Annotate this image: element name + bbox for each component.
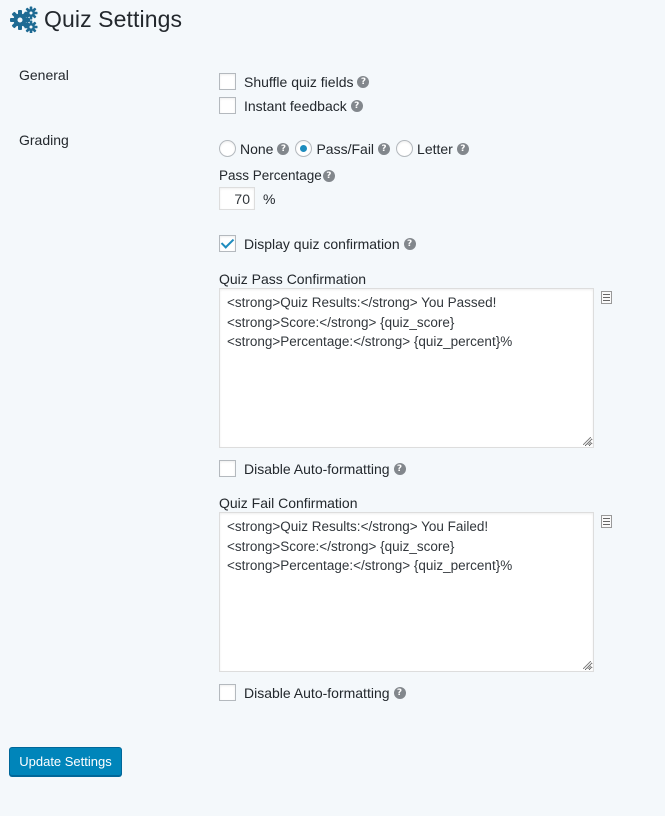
template-variables-icon[interactable] bbox=[601, 291, 612, 304]
resize-handle[interactable] bbox=[583, 437, 591, 445]
textarea-line: <strong>Score:</strong> {quiz_score} bbox=[227, 538, 455, 554]
help-icon[interactable]: ? bbox=[393, 462, 406, 475]
grading-radio-group: None ? Pass/Fail ? Letter ? bbox=[219, 140, 469, 157]
grading-letter-label[interactable]: Letter bbox=[417, 141, 453, 157]
shuffle-quiz-fields-option[interactable]: Shuffle quiz fields ? bbox=[219, 73, 370, 90]
textarea-line: <strong>Quiz Results:</strong> You Faile… bbox=[227, 519, 489, 534]
general-section-label: General bbox=[19, 67, 69, 83]
update-settings-button[interactable]: Update Settings bbox=[9, 747, 122, 776]
template-variables-icon[interactable] bbox=[601, 515, 612, 528]
pass-disable-autoformat-label[interactable]: Disable Auto-formatting bbox=[244, 461, 390, 477]
display-quiz-confirmation-option[interactable]: Display quiz confirmation ? bbox=[219, 235, 416, 252]
instant-feedback-label[interactable]: Instant feedback bbox=[244, 98, 347, 114]
fail-disable-autoformat-label[interactable]: Disable Auto-formatting bbox=[244, 685, 390, 701]
pass-percentage-label: Pass Percentage bbox=[219, 168, 322, 183]
quiz-fail-confirmation-textarea[interactable]: <strong>Quiz Results:</strong> You Faile… bbox=[219, 512, 594, 672]
textarea-line: <strong>Percentage:</strong> {quiz_perce… bbox=[227, 558, 513, 573]
help-icon[interactable]: ? bbox=[350, 99, 363, 112]
grading-section-label: Grading bbox=[19, 132, 69, 148]
grading-none-label[interactable]: None bbox=[240, 141, 273, 157]
display-quiz-confirmation-label[interactable]: Display quiz confirmation bbox=[244, 236, 400, 252]
help-icon[interactable]: ? bbox=[393, 686, 406, 699]
grading-pass-fail-radio[interactable] bbox=[295, 140, 313, 157]
display-quiz-confirmation-checkbox[interactable] bbox=[219, 235, 236, 252]
help-icon[interactable]: ? bbox=[322, 169, 335, 182]
page-title-text: Quiz Settings bbox=[44, 5, 183, 32]
fail-disable-autoformat-option[interactable]: Disable Auto-formatting ? bbox=[219, 684, 406, 701]
quiz-pass-confirmation-label: Quiz Pass Confirmation bbox=[219, 271, 367, 287]
resize-handle[interactable] bbox=[583, 661, 591, 669]
instant-feedback-option[interactable]: Instant feedback ? bbox=[219, 97, 363, 114]
help-icon[interactable]: ? bbox=[456, 142, 469, 155]
pass-disable-autoformat-checkbox[interactable] bbox=[219, 460, 236, 477]
quiz-fail-confirmation-label: Quiz Fail Confirmation bbox=[219, 495, 358, 511]
instant-feedback-checkbox[interactable] bbox=[219, 97, 236, 114]
percent-unit: % bbox=[263, 191, 276, 207]
textarea-line: <strong>Percentage:</strong> {quiz_perce… bbox=[227, 334, 513, 349]
help-icon[interactable]: ? bbox=[357, 75, 370, 88]
help-icon[interactable]: ? bbox=[277, 142, 290, 155]
textarea-line: <strong>Quiz Results:</strong> You Passe… bbox=[227, 295, 497, 310]
pass-percentage-label-row: Pass Percentage ? bbox=[219, 168, 335, 183]
help-icon[interactable]: ? bbox=[403, 237, 416, 250]
shuffle-quiz-fields-checkbox[interactable] bbox=[219, 73, 236, 90]
page-title: Quiz Settings bbox=[10, 4, 182, 34]
pass-percentage-input[interactable] bbox=[219, 187, 255, 210]
fail-disable-autoformat-checkbox[interactable] bbox=[219, 684, 236, 701]
grading-letter-radio[interactable] bbox=[396, 140, 414, 157]
gears-icon bbox=[10, 6, 38, 33]
grading-none-radio[interactable] bbox=[219, 140, 236, 157]
pass-disable-autoformat-option[interactable]: Disable Auto-formatting ? bbox=[219, 460, 406, 477]
quiz-pass-confirmation-textarea[interactable]: <strong>Quiz Results:</strong> You Passe… bbox=[219, 288, 594, 448]
grading-pass-fail-label[interactable]: Pass/Fail bbox=[316, 141, 374, 157]
shuffle-quiz-fields-label[interactable]: Shuffle quiz fields bbox=[244, 74, 353, 90]
textarea-line: <strong>Score:</strong> {quiz_score} bbox=[227, 314, 455, 330]
help-icon[interactable]: ? bbox=[378, 142, 391, 155]
